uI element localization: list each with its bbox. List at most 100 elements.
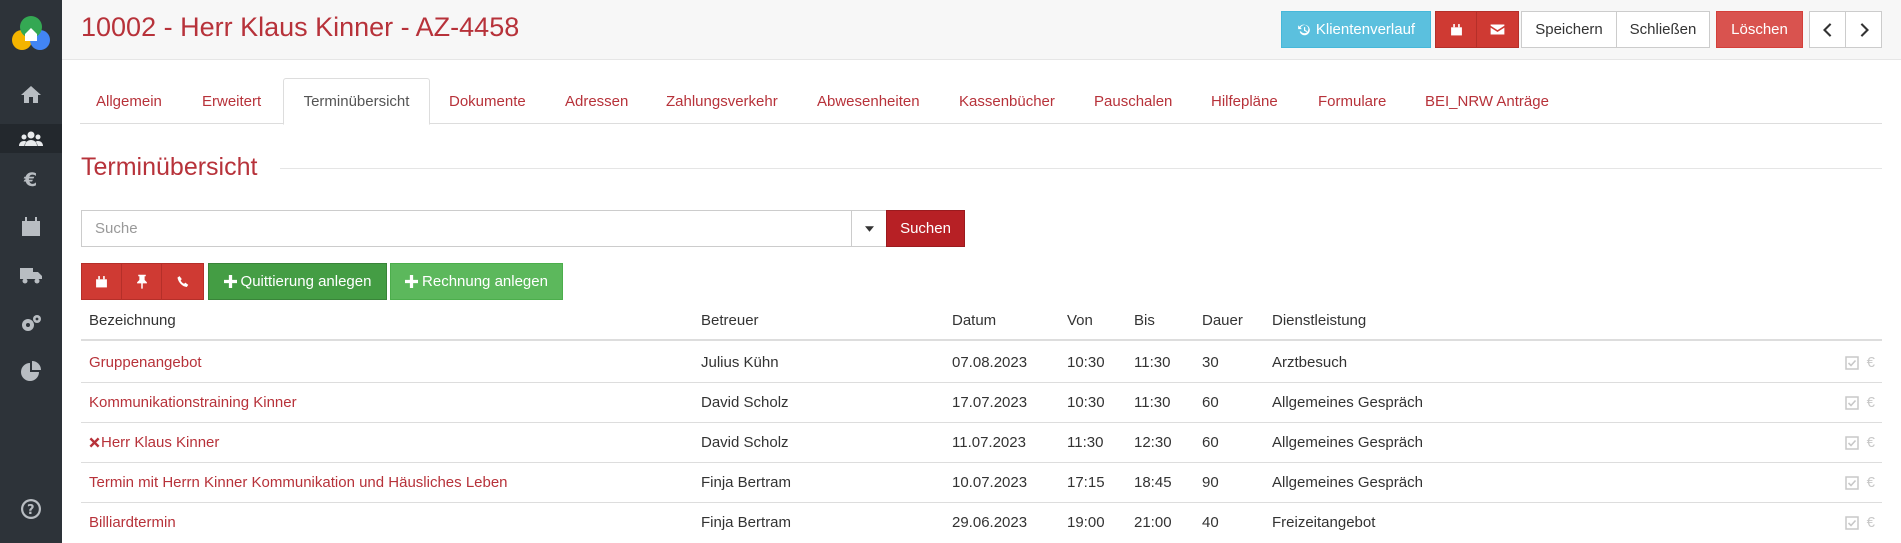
previous-button[interactable] — [1809, 11, 1846, 48]
appointment-link[interactable]: Gruppenangebot — [89, 342, 202, 383]
tab-terminuebersicht[interactable]: Terminübersicht — [283, 78, 430, 125]
column-header-dauer[interactable]: Dauer — [1202, 300, 1243, 341]
phone-icon — [176, 275, 188, 287]
truck-icon — [20, 268, 42, 284]
table-row[interactable]: Billiardtermin Finja Bertram 29.06.2023 … — [81, 502, 1882, 543]
tab-hilfeplaene[interactable]: Hilfepläne — [1211, 78, 1278, 124]
betreuer-cell: Finja Bertram — [701, 474, 792, 491]
tab-zahlungsverkehr[interactable]: Zahlungsverkehr — [666, 78, 778, 124]
next-button[interactable] — [1845, 11, 1882, 48]
tab-kassenbuecher[interactable]: Kassenbücher — [959, 78, 1055, 124]
caret-down-icon — [864, 225, 874, 232]
column-header-bis[interactable]: Bis — [1134, 300, 1155, 341]
appointment-link[interactable]: Billiardtermin — [89, 502, 176, 543]
tab-dokumente[interactable]: Dokumente — [449, 78, 526, 124]
plus-icon — [405, 275, 419, 288]
sidebar-item-home[interactable] — [0, 66, 62, 124]
appointment-link[interactable]: Herr Klaus Kinner — [89, 422, 219, 463]
pie-chart-icon — [21, 361, 41, 381]
save-button[interactable]: Speichern — [1521, 11, 1617, 48]
sidebar-item-clients[interactable] — [0, 124, 62, 153]
cancelled-icon — [89, 437, 100, 448]
bis-cell: 11:30 — [1134, 394, 1171, 411]
checkbox-icon[interactable] — [1844, 475, 1859, 490]
checkbox-icon[interactable] — [1844, 435, 1859, 450]
checkbox-icon[interactable] — [1844, 395, 1859, 410]
tab-adressen[interactable]: Adressen — [565, 78, 628, 124]
dauer-cell: 40 — [1202, 514, 1219, 531]
create-invoice-button[interactable]: Rechnung anlegen — [390, 263, 563, 300]
dauer-cell: 60 — [1202, 394, 1219, 411]
svg-text:€: € — [23, 169, 37, 191]
tab-allgemein[interactable]: Allgemein — [96, 78, 162, 124]
datum-cell: 29.06.2023 — [952, 514, 1028, 531]
search-input[interactable]: Suche — [81, 210, 852, 247]
table-row[interactable]: Kommunikationstraining Kinner David Scho… — [81, 382, 1882, 423]
delete-button[interactable]: Löschen — [1716, 11, 1803, 48]
von-cell: 17:15 — [1067, 474, 1105, 491]
page-header: 10002 - Herr Klaus Kinner - AZ-4458 Klie… — [62, 0, 1901, 60]
dienstleistung-cell: Allgemeines Gespräch — [1272, 394, 1423, 411]
dauer-cell: 30 — [1202, 354, 1219, 371]
appointment-link[interactable]: Kommunikationstraining Kinner — [89, 382, 297, 423]
bis-cell: 11:30 — [1134, 354, 1171, 371]
appointment-link[interactable]: Termin mit Herrn Kinner Kommunikation un… — [89, 462, 508, 503]
column-header-bezeichnung[interactable]: Bezeichnung — [89, 300, 176, 341]
von-cell: 19:00 — [1067, 514, 1105, 531]
appointment-label: Herr Klaus Kinner — [101, 434, 220, 451]
row-actions: € — [1844, 462, 1875, 503]
table-row[interactable]: Herr Klaus Kinner David Scholz 11.07.202… — [81, 422, 1882, 463]
pin-filter-button[interactable] — [121, 263, 162, 300]
dienstleistung-cell: Freizeitangebot — [1272, 514, 1376, 531]
sidebar-item-statistics[interactable] — [0, 343, 62, 401]
search-placeholder: Suche — [95, 220, 138, 237]
app-logo[interactable] — [8, 10, 54, 56]
search-button[interactable]: Suchen — [886, 210, 965, 247]
calendar-icon — [22, 217, 40, 236]
tab-pauschalen[interactable]: Pauschalen — [1094, 78, 1172, 124]
tab-erweitert[interactable]: Erweitert — [202, 78, 261, 124]
chevron-left-icon — [1822, 22, 1831, 37]
gears-icon — [22, 315, 41, 331]
row-actions: € — [1844, 502, 1875, 543]
row-actions: € — [1844, 422, 1875, 463]
euro-icon[interactable]: € — [1867, 354, 1875, 371]
table-row[interactable]: Termin mit Herrn Kinner Kommunikation un… — [81, 462, 1882, 503]
column-header-dienstleistung[interactable]: Dienstleistung — [1272, 300, 1366, 341]
appointment-filter-button[interactable] — [81, 263, 122, 300]
checkbox-icon[interactable] — [1844, 515, 1859, 530]
svg-text:?: ? — [27, 503, 35, 518]
column-header-von[interactable]: Von — [1067, 300, 1093, 341]
tab-formulare[interactable]: Formulare — [1318, 78, 1386, 124]
euro-icon[interactable]: € — [1867, 394, 1875, 411]
betreuer-cell: Finja Bertram — [701, 514, 792, 531]
euro-icon[interactable]: € — [1867, 434, 1875, 451]
create-invoice-label: Rechnung anlegen — [422, 273, 548, 290]
calendar-button[interactable] — [1435, 11, 1477, 48]
envelope-icon — [1490, 24, 1505, 35]
table-row[interactable]: Gruppenangebot Julius Kühn 07.08.2023 10… — [81, 342, 1882, 383]
phone-filter-button[interactable] — [161, 263, 204, 300]
bis-cell: 21:00 — [1134, 514, 1172, 531]
tab-abwesenheiten[interactable]: Abwesenheiten — [817, 78, 920, 124]
close-button[interactable]: Schließen — [1616, 11, 1710, 48]
row-actions: € — [1844, 382, 1875, 423]
checkbox-icon[interactable] — [1844, 355, 1859, 370]
von-cell: 10:30 — [1067, 354, 1105, 371]
klientenverlauf-button[interactable]: Klientenverlauf — [1281, 11, 1431, 48]
email-button[interactable] — [1476, 11, 1519, 48]
euro-icon[interactable]: € — [1867, 514, 1875, 531]
search-options-dropdown[interactable] — [851, 210, 887, 247]
dienstleistung-cell: Allgemeines Gespräch — [1272, 434, 1423, 451]
sidebar-item-help[interactable]: ? — [0, 480, 62, 538]
euro-icon[interactable]: € — [1867, 474, 1875, 491]
create-receipt-button[interactable]: Quittierung anlegen — [208, 263, 387, 300]
tab-bei-nrw-antraege[interactable]: BEI_NRW Anträge — [1425, 78, 1549, 124]
column-header-betreuer[interactable]: Betreuer — [701, 300, 759, 341]
home-icon — [21, 86, 41, 103]
column-header-datum[interactable]: Datum — [952, 300, 996, 341]
dauer-cell: 90 — [1202, 474, 1219, 491]
calendar-icon — [96, 275, 107, 287]
section-title: Terminübersicht — [81, 153, 258, 181]
datum-cell: 11.07.2023 — [952, 434, 1026, 451]
